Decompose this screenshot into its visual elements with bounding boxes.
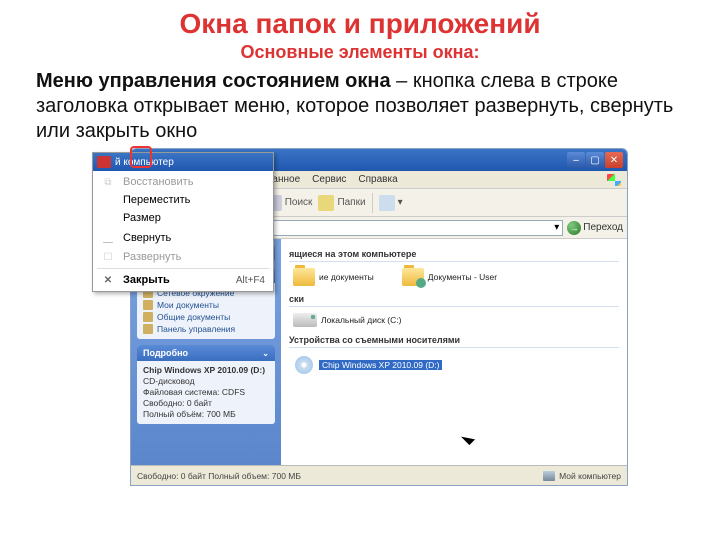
maximize-icon: ☐	[101, 252, 115, 263]
details-total: Полный объём: 700 МБ	[143, 409, 269, 420]
details-fs: Файловая система: CDFS	[143, 387, 269, 398]
desc-strong: Меню управления состоянием окна	[36, 70, 391, 92]
item-local-disk[interactable]: Локальный диск (C:)	[293, 313, 401, 327]
close-button[interactable]: ✕	[605, 152, 623, 168]
section-disks: ски	[289, 294, 619, 307]
slide-subtitle: Основные элементы окна:	[0, 42, 720, 63]
menu-close[interactable]: ✕ЗакрытьAlt+F4	[93, 271, 273, 289]
item-cd-drive[interactable]: Chip Windows XP 2010.09 (D:)	[293, 354, 442, 376]
windows-flag-icon	[607, 174, 621, 186]
details-name: Chip Windows XP 2010.09 (D:)	[143, 365, 269, 376]
status-left: Свободно: 0 байт Полный объем: 700 МБ	[137, 471, 301, 481]
section-removable: Устройства со съемными носителями	[289, 335, 619, 348]
item-user-docs[interactable]: Документы - User	[402, 268, 497, 286]
cd-icon	[293, 354, 315, 376]
menu-size[interactable]: Размер	[93, 209, 273, 227]
place-shareddocs[interactable]: Общие документы	[143, 311, 269, 323]
menu-minimize[interactable]: ＿Свернуть	[93, 227, 273, 248]
control-panel-icon	[143, 324, 153, 334]
highlight-box	[130, 146, 152, 168]
details-free: Свободно: 0 байт	[143, 398, 269, 409]
folder-user-icon	[402, 268, 424, 286]
system-menu-header[interactable]: й компьютер	[93, 153, 273, 171]
folder-icon	[143, 312, 153, 322]
screenshot-frame: й компьютер – ▢ ✕ Файл Правка Вид Избран…	[92, 148, 628, 514]
menu-maximize: ☐Развернуть	[93, 248, 273, 266]
status-right: Мой компьютер	[559, 471, 621, 481]
menu-separator	[97, 268, 269, 269]
slide-title: Окна папок и приложений	[0, 8, 720, 40]
address-dropdown-icon[interactable]: ▾	[554, 222, 559, 233]
computer-icon	[543, 471, 555, 481]
menu-restore: ⧉Восстановить	[93, 173, 273, 191]
panel-details-title[interactable]: Подробно	[143, 348, 188, 358]
section-files: ящиеся на этом компьютере	[289, 249, 619, 262]
details-type: CD-дисковод	[143, 376, 269, 387]
minimize-icon: ＿	[101, 230, 115, 245]
go-button[interactable]: →Переход	[567, 221, 623, 235]
menu-move[interactable]: Переместить	[93, 191, 273, 209]
item-shared-docs[interactable]: ие документы	[293, 268, 374, 286]
collapse-icon[interactable]: ⌄	[262, 349, 269, 358]
menu-help[interactable]: Справка	[358, 174, 397, 185]
folders-button[interactable]: Папки	[318, 195, 365, 211]
close-icon: ✕	[101, 275, 115, 286]
menu-tools[interactable]: Сервис	[312, 174, 346, 185]
views-button[interactable]: ▾	[379, 195, 403, 211]
system-menu: й компьютер ⧉Восстановить Переместить Ра…	[92, 152, 274, 292]
place-mydocs[interactable]: Мои документы	[143, 299, 269, 311]
disk-icon	[293, 313, 317, 327]
panel-details: Подробно ⌄ Chip Windows XP 2010.09 (D:) C…	[137, 345, 275, 424]
status-bar: Свободно: 0 байт Полный объем: 700 МБ Мо…	[131, 465, 627, 485]
content-area[interactable]: ящиеся на этом компьютере ие документы Д…	[281, 239, 627, 465]
folder-icon	[143, 300, 153, 310]
restore-icon: ⧉	[101, 177, 115, 188]
place-controlpanel[interactable]: Панель управления	[143, 323, 269, 335]
minimize-button[interactable]: –	[567, 152, 585, 168]
maximize-button[interactable]: ▢	[586, 152, 604, 168]
window-icon	[97, 156, 111, 168]
slide-description: Меню управления состоянием окна – кнопка…	[36, 69, 696, 144]
folder-icon	[293, 268, 315, 286]
